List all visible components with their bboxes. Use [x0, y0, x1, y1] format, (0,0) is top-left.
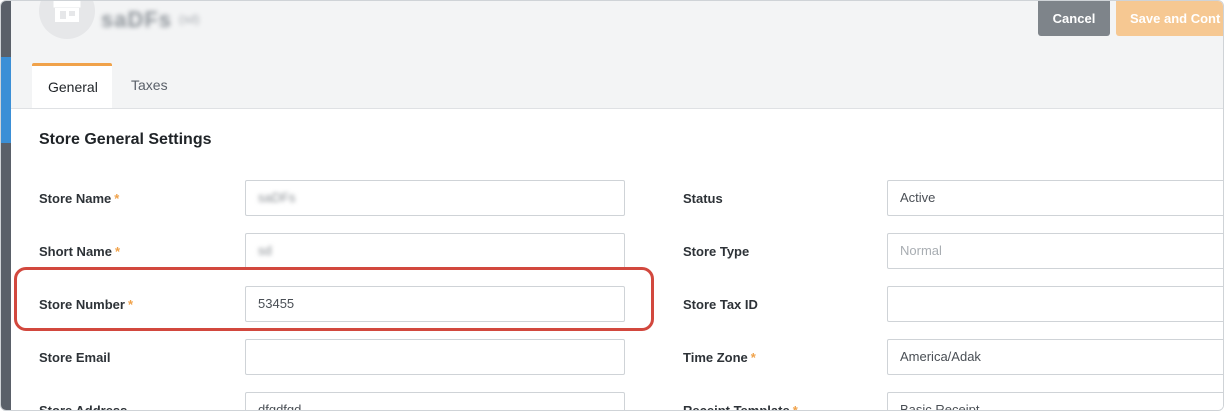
time-zone-label: Time Zone *	[683, 350, 756, 365]
settings-panel: Store General Settings Store Name * saDFs…	[11, 109, 1223, 410]
status-label: Status	[683, 191, 723, 206]
store-number-input[interactable]: 53455	[245, 286, 625, 322]
store-type-select[interactable]: Normal	[887, 233, 1223, 269]
receipt-template-label: Receipt Template *	[683, 403, 798, 411]
tab-taxes[interactable]: Taxes	[115, 63, 184, 108]
status-select[interactable]: Active	[887, 180, 1223, 216]
store-email-label: Store Email	[39, 350, 111, 365]
store-name-title: saDFs	[101, 7, 173, 32]
store-name-input[interactable]: saDFs	[245, 180, 625, 216]
cancel-button[interactable]: Cancel	[1038, 1, 1110, 36]
store-type-label: Store Type	[683, 244, 750, 259]
store-icon	[39, 1, 95, 39]
store-address-label: Store Address	[39, 403, 128, 411]
store-name-label: Store Name *	[39, 191, 120, 206]
short-name-label: Short Name *	[39, 244, 121, 259]
left-rail-accent	[1, 57, 11, 143]
left-rail	[1, 1, 11, 410]
section-title: Store General Settings	[39, 131, 212, 148]
time-zone-select[interactable]: America/Adak	[887, 339, 1223, 375]
save-and-continue-button[interactable]: Save and Cont	[1116, 1, 1223, 36]
store-tax-id-label: Store Tax ID	[683, 297, 758, 312]
store-address-input[interactable]: dfgdfgd	[245, 392, 625, 410]
short-name-input[interactable]: sd	[245, 233, 625, 269]
store-number-label: Store Number *	[39, 297, 134, 312]
tab-general[interactable]: General	[32, 63, 112, 108]
store-tax-id-input[interactable]	[887, 286, 1223, 322]
store-email-input[interactable]	[245, 339, 625, 375]
receipt-template-select[interactable]: Basic Receipt	[887, 392, 1223, 410]
tab-bar: General Taxes	[11, 61, 1223, 109]
app-window: saDFs (sd) Cancel Save and Cont General …	[0, 0, 1224, 411]
store-name-tag: (sd)	[179, 12, 200, 26]
